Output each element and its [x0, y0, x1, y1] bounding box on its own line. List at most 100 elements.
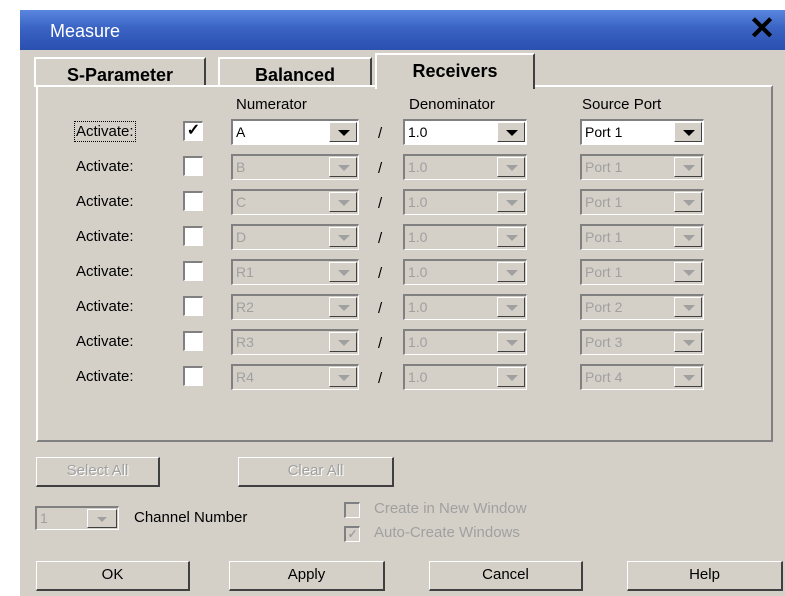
activate-checkbox[interactable] [183, 191, 203, 211]
chevron-down-icon[interactable] [497, 262, 525, 282]
chevron-down-icon[interactable] [497, 157, 525, 177]
chevron-down-icon[interactable] [497, 297, 525, 317]
clear-all-button[interactable]: Clear All [238, 457, 394, 487]
numerator-select[interactable]: R3 [231, 329, 359, 355]
chevron-down-icon[interactable] [329, 192, 357, 212]
source-port-select[interactable]: Port 1 [580, 154, 704, 180]
chevron-down-icon[interactable] [674, 332, 702, 352]
source-port-select-value: Port 4 [585, 369, 623, 385]
activate-checkbox[interactable] [183, 366, 203, 386]
activate-checkbox[interactable] [183, 156, 203, 176]
chevron-down-icon[interactable] [497, 192, 525, 212]
source-port-select-value: Port 1 [585, 229, 623, 245]
create-new-window-label: Create in New Window [374, 500, 527, 517]
ok-button[interactable]: OK [36, 561, 190, 591]
denominator-select-value: 1.0 [408, 299, 428, 315]
tab-receivers[interactable]: Receivers [375, 53, 535, 89]
numerator-select[interactable]: B [231, 154, 359, 180]
source-port-select-value: Port 1 [585, 159, 623, 175]
ratio-separator: / [378, 230, 383, 247]
source-port-select[interactable]: Port 1 [580, 259, 704, 285]
numerator-select-value: R4 [236, 369, 254, 385]
receiver-row: Activate: R1 / 1.0 Port 1 [0, 257, 785, 287]
receiver-row: Activate: C / 1.0 Port 1 [0, 187, 785, 217]
chevron-down-icon[interactable] [497, 227, 525, 247]
cancel-button[interactable]: Cancel [429, 561, 583, 591]
receiver-row: Activate: R3 / 1.0 Port 3 [0, 327, 785, 357]
ratio-separator: / [378, 265, 383, 282]
source-port-select-value: Port 1 [585, 264, 623, 280]
denominator-header: Denominator [409, 96, 495, 113]
denominator-select[interactable]: 1.0 [403, 154, 527, 180]
denominator-select[interactable]: 1.0 [403, 224, 527, 250]
receiver-row: Activate: B / 1.0 Port 1 [0, 152, 785, 182]
numerator-select-value: B [236, 159, 246, 175]
chevron-down-icon[interactable] [329, 367, 357, 387]
numerator-select[interactable]: D [231, 224, 359, 250]
chevron-down-icon[interactable] [674, 262, 702, 282]
activate-label: Activate: [76, 228, 134, 245]
source-port-select[interactable]: Port 1 [580, 119, 704, 145]
chevron-down-icon[interactable] [497, 122, 525, 142]
numerator-select[interactable]: R4 [231, 364, 359, 390]
numerator-select-value: R1 [236, 264, 254, 280]
denominator-select-value: 1.0 [408, 264, 428, 280]
chevron-down-icon[interactable] [674, 227, 702, 247]
denominator-select[interactable]: 1.0 [403, 294, 527, 320]
chevron-down-icon[interactable] [329, 227, 357, 247]
channel-number-label: Channel Number [134, 509, 248, 526]
denominator-select-value: 1.0 [408, 124, 428, 140]
source-port-select[interactable]: Port 2 [580, 294, 704, 320]
activate-checkbox[interactable]: ✓ [183, 121, 203, 141]
close-icon[interactable]: ✕ [744, 12, 780, 45]
chevron-down-icon[interactable] [674, 122, 702, 142]
activate-label: Activate: [76, 298, 134, 315]
numerator-select-value: D [236, 229, 247, 245]
source-port-select[interactable]: Port 4 [580, 364, 704, 390]
chevron-down-icon[interactable] [329, 297, 357, 317]
chevron-down-icon[interactable] [497, 332, 525, 352]
receiver-row: Activate: ✓ A / 1.0 Port 1 [0, 117, 785, 147]
activate-checkbox[interactable] [183, 226, 203, 246]
select-all-button[interactable]: Select All [36, 457, 160, 487]
numerator-select[interactable]: C [231, 189, 359, 215]
chevron-down-icon[interactable] [87, 509, 117, 528]
chevron-down-icon[interactable] [329, 122, 357, 142]
apply-button[interactable]: Apply [229, 561, 385, 591]
source-port-select[interactable]: Port 3 [580, 329, 704, 355]
denominator-select[interactable]: 1.0 [403, 189, 527, 215]
auto-create-windows-checkbox[interactable]: ✓ [344, 526, 360, 542]
chevron-down-icon[interactable] [674, 367, 702, 387]
checkmark-icon: ✓ [186, 122, 201, 139]
tab-balanced[interactable]: Balanced [218, 57, 372, 87]
help-button[interactable]: Help [627, 561, 783, 591]
denominator-select[interactable]: 1.0 [403, 259, 527, 285]
receiver-row: Activate: D / 1.0 Port 1 [0, 222, 785, 252]
ratio-separator: / [378, 335, 383, 352]
source-port-select[interactable]: Port 1 [580, 189, 704, 215]
auto-create-windows-label: Auto-Create Windows [374, 524, 520, 541]
ratio-separator: / [378, 370, 383, 387]
channel-number-select[interactable]: 1 [35, 506, 119, 530]
chevron-down-icon[interactable] [329, 262, 357, 282]
create-new-window-checkbox[interactable] [344, 502, 360, 518]
denominator-select[interactable]: 1.0 [403, 364, 527, 390]
chevron-down-icon[interactable] [674, 297, 702, 317]
numerator-select[interactable]: R1 [231, 259, 359, 285]
denominator-select[interactable]: 1.0 [403, 119, 527, 145]
numerator-select[interactable]: R2 [231, 294, 359, 320]
activate-checkbox[interactable] [183, 296, 203, 316]
denominator-select[interactable]: 1.0 [403, 329, 527, 355]
numerator-select[interactable]: A [231, 119, 359, 145]
activate-checkbox[interactable] [183, 331, 203, 351]
numerator-select-value: A [236, 124, 246, 140]
activate-checkbox[interactable] [183, 261, 203, 281]
chevron-down-icon[interactable] [329, 332, 357, 352]
chevron-down-icon[interactable] [674, 157, 702, 177]
tab-s-parameter[interactable]: S-Parameter [34, 57, 206, 87]
checkmark-icon: ✓ [347, 527, 358, 541]
chevron-down-icon[interactable] [329, 157, 357, 177]
source-port-select[interactable]: Port 1 [580, 224, 704, 250]
chevron-down-icon[interactable] [674, 192, 702, 212]
chevron-down-icon[interactable] [497, 367, 525, 387]
